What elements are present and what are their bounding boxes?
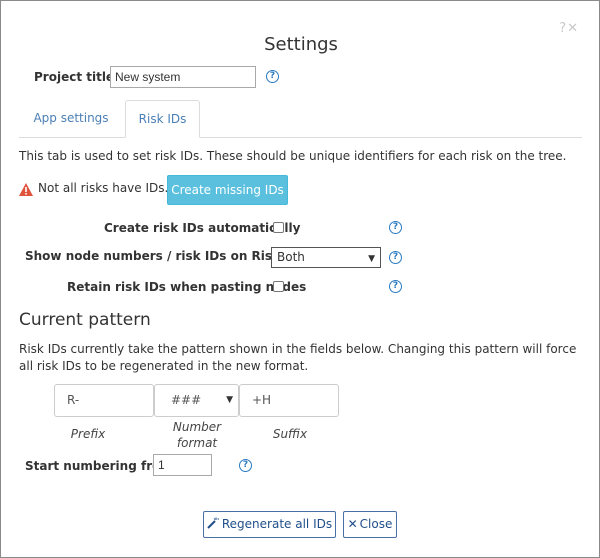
regenerate-all-ids-button[interactable]: Regenerate all IDs — [203, 511, 336, 538]
question-circle-icon[interactable]: ? — [266, 70, 279, 83]
risk-ids-intro: This tab is used to set risk IDs. These … — [19, 149, 567, 163]
number-format-select[interactable]: ### ▼ — [154, 384, 239, 417]
auto-create-label: Create risk IDs automatically — [104, 221, 301, 235]
number-format-value: ### — [171, 393, 202, 407]
project-title-label: Project title — [34, 70, 115, 84]
number-format-label: Number format — [172, 420, 222, 450]
question-circle-icon[interactable]: ? — [389, 221, 402, 234]
prefix-input[interactable]: R- — [54, 384, 154, 417]
tab-risk-ids[interactable]: Risk IDs — [125, 100, 200, 138]
tab-bar-divider — [19, 137, 582, 138]
question-circle-icon[interactable]: ? — [389, 280, 402, 293]
suffix-input[interactable]: +H — [239, 384, 339, 417]
close-x-icon: ✕ — [347, 517, 358, 531]
pattern-description: Risk IDs currently take the pattern show… — [19, 342, 577, 373]
retain-ids-checkbox[interactable] — [273, 281, 284, 292]
tab-app-settings[interactable]: App settings — [21, 100, 121, 137]
regenerate-label: Regenerate all IDs — [221, 517, 333, 531]
current-pattern-heading: Current pattern — [19, 310, 151, 330]
project-title-input[interactable] — [110, 66, 256, 88]
prefix-label: Prefix — [70, 427, 106, 441]
magic-wand-icon — [207, 513, 219, 537]
start-numbering-label: Start numbering from — [25, 459, 173, 473]
close-label: Close — [359, 517, 393, 531]
create-missing-ids-button[interactable]: Create missing IDs — [167, 175, 288, 205]
caret-down-icon: ▼ — [226, 395, 233, 405]
question-circle-icon[interactable]: ? — [239, 459, 252, 472]
auto-create-checkbox[interactable] — [273, 222, 284, 233]
warning-triangle-icon — [19, 181, 33, 196]
show-numbers-label: Show node numbers / risk IDs on RiskTree — [25, 249, 310, 263]
caret-down-icon: ▼ — [368, 254, 375, 264]
close-button[interactable]: ✕ Close — [343, 511, 397, 538]
start-numbering-input[interactable] — [153, 454, 212, 476]
show-numbers-select[interactable]: Both ▼ — [271, 247, 381, 268]
dialog-title: Settings — [264, 34, 338, 55]
question-circle-icon[interactable]: ? — [389, 251, 402, 264]
suffix-label: Suffix — [272, 427, 308, 441]
settings-dialog: ? ✕ Settings Project title ? App settings… — [0, 0, 600, 558]
warning-text: Not all risks have IDs. — [38, 181, 169, 195]
show-numbers-value: Both — [277, 250, 305, 264]
retain-ids-label: Retain risk IDs when pasting nodes — [67, 280, 307, 294]
